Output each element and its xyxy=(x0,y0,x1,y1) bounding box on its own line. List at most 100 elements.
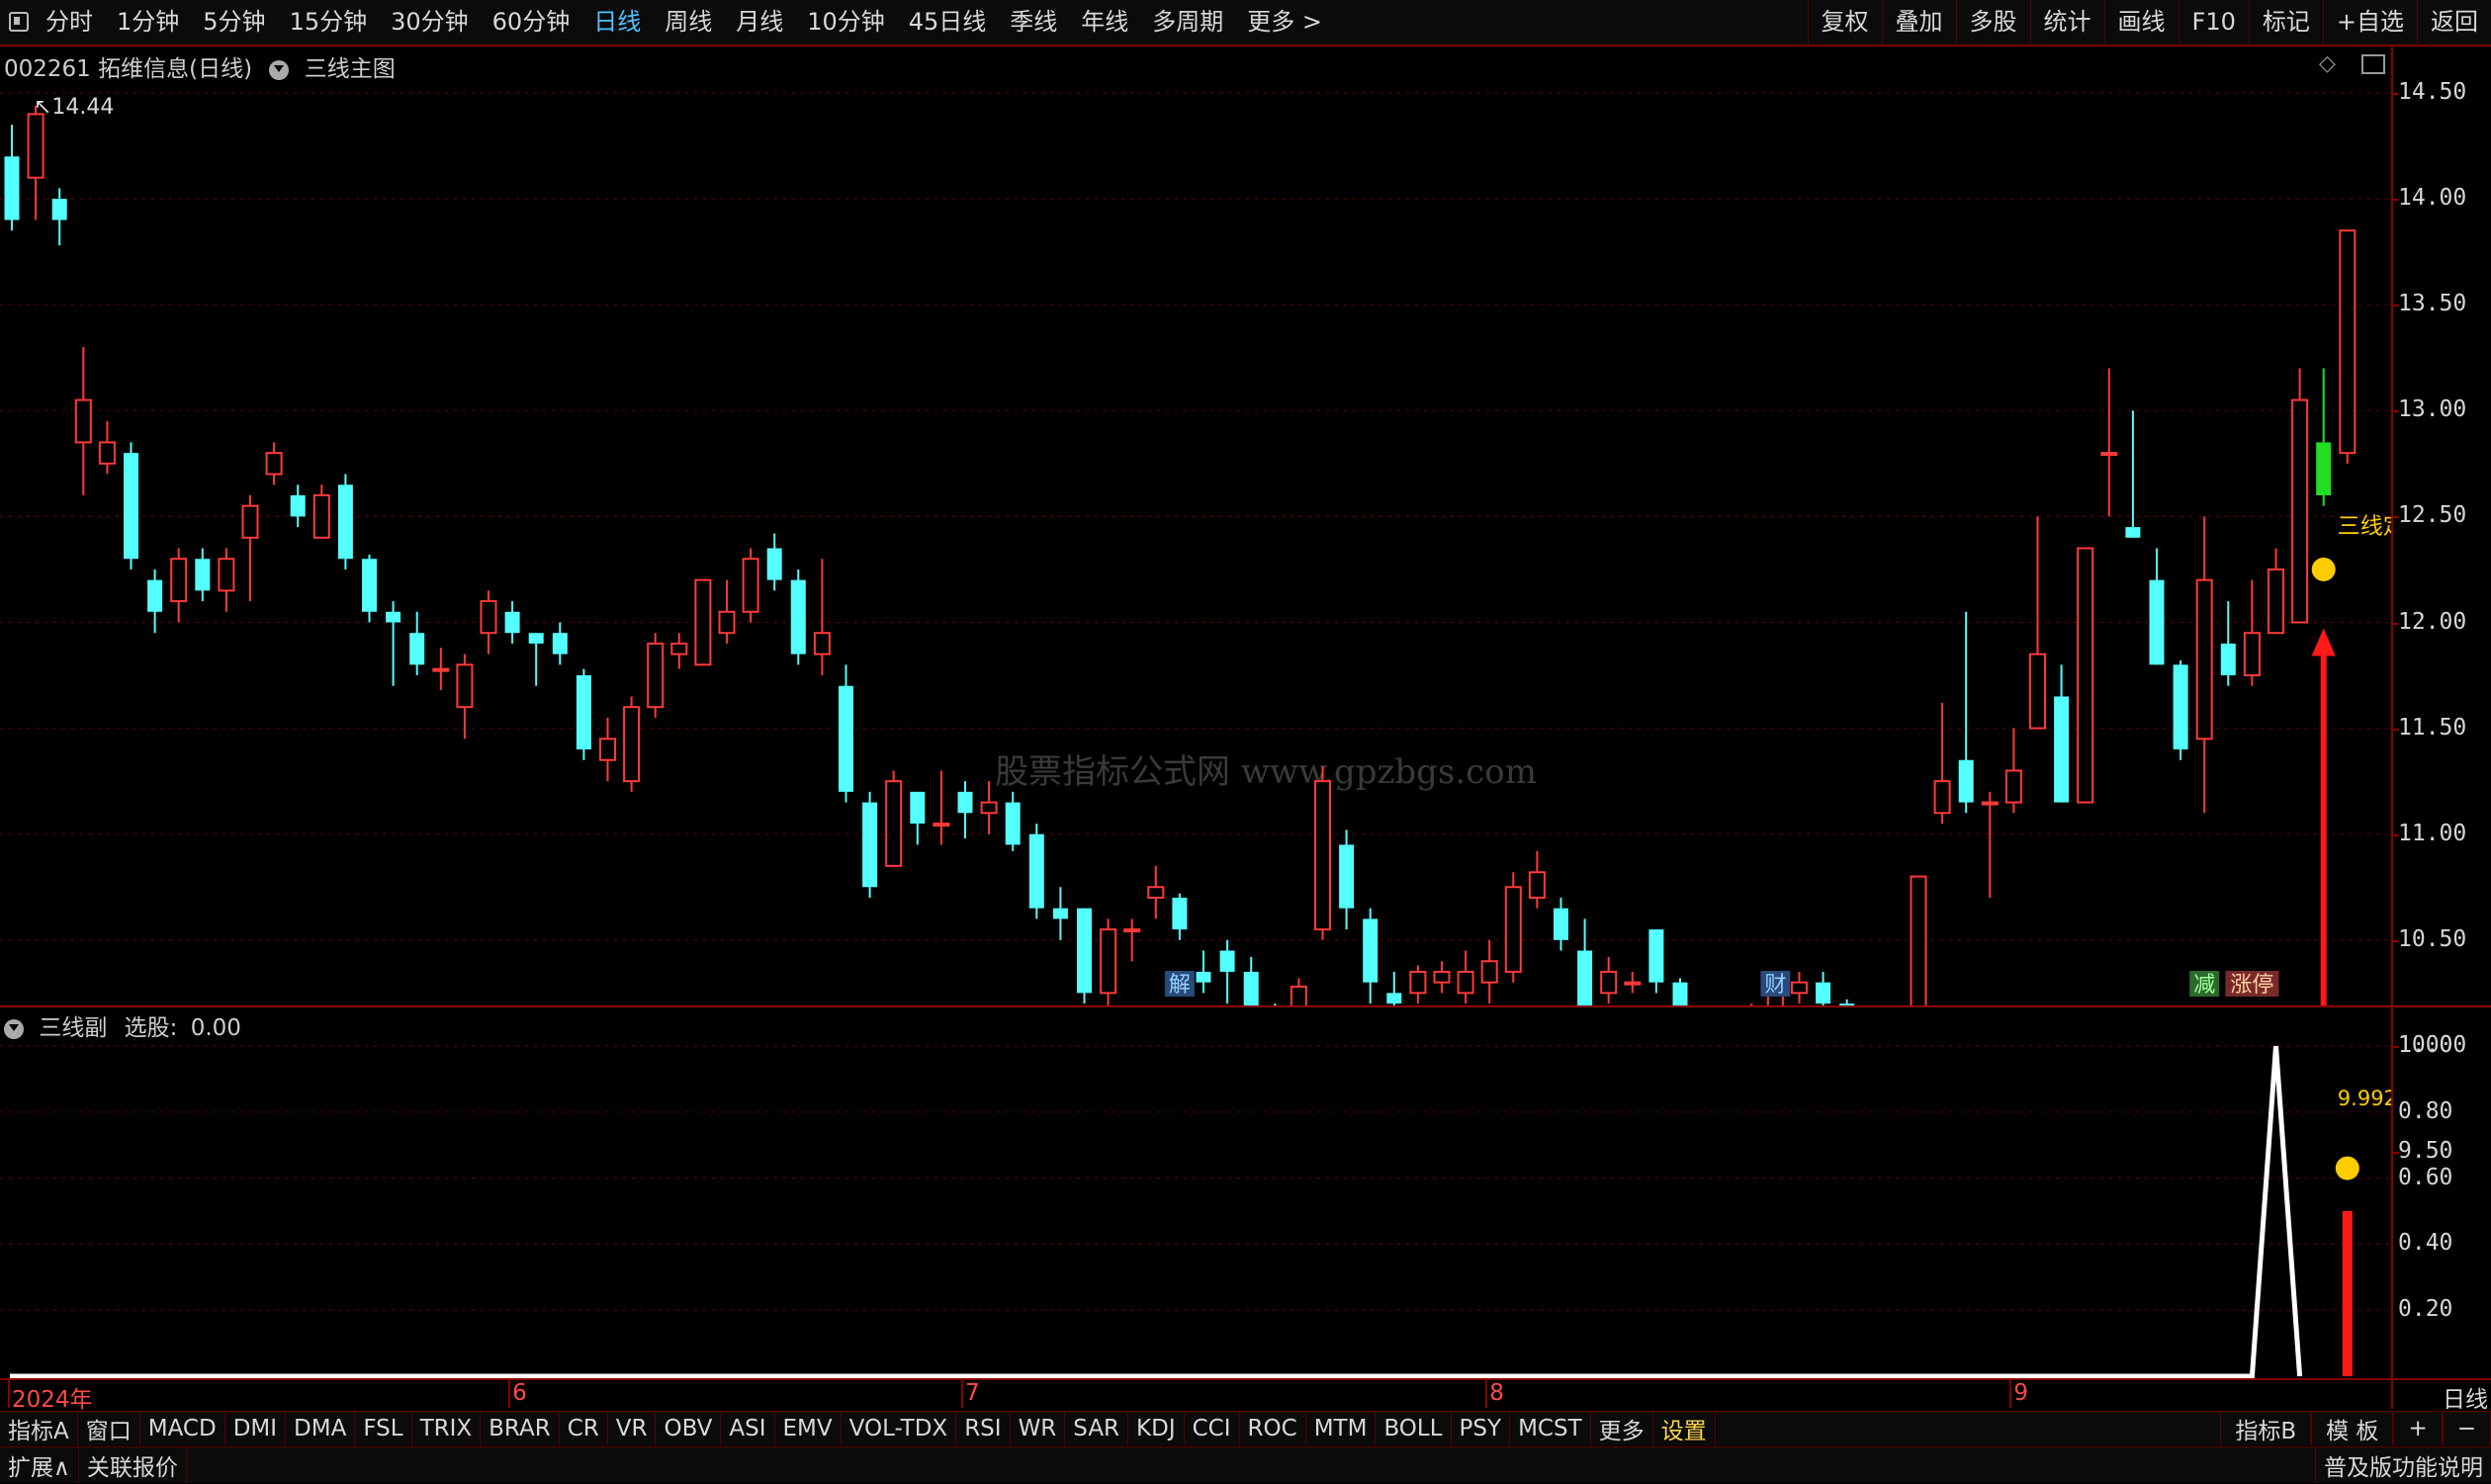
toolbar-button[interactable]: 统计 xyxy=(2029,0,2104,44)
indicator-tab[interactable]: ROC xyxy=(1240,1412,1306,1445)
period-tab[interactable]: 10分钟 xyxy=(795,0,897,44)
indicator-tab[interactable]: 设置 xyxy=(1653,1412,1716,1445)
toolbar-button[interactable]: 复权 xyxy=(1807,0,1882,44)
indicator-tab-right[interactable]: 模 板 xyxy=(2311,1412,2394,1445)
candle-body xyxy=(552,633,568,655)
candle-body xyxy=(432,667,450,672)
candle-body xyxy=(2195,578,2213,741)
indicator-tab[interactable]: CR xyxy=(560,1412,608,1445)
status-button[interactable]: 关联报价 xyxy=(79,1447,187,1483)
period-tab[interactable]: 1分钟 xyxy=(105,0,191,44)
candle xyxy=(1028,823,1044,919)
price-tick-mark xyxy=(2391,622,2399,625)
price-tick-mark xyxy=(2391,199,2399,202)
indicator-tab-right[interactable]: − xyxy=(2442,1412,2491,1445)
indicator-tab[interactable]: 窗口 xyxy=(78,1412,140,1445)
indicator-tab[interactable]: DMA xyxy=(286,1412,356,1445)
candle-body xyxy=(1577,950,1593,1005)
period-tab[interactable]: 分时 xyxy=(34,0,105,44)
indicator-tab-right[interactable]: + xyxy=(2393,1412,2443,1445)
date-tick-mark xyxy=(2009,1380,2012,1408)
pane-divider-bottom xyxy=(0,1378,2491,1380)
toolbar-button[interactable]: +自选 xyxy=(2322,0,2417,44)
candle xyxy=(813,559,831,676)
watermark: 股票指标公式网 www.gpzbgs.com xyxy=(995,752,1537,792)
toolbar-button[interactable]: 返回 xyxy=(2417,0,2491,44)
period-tab[interactable]: 季线 xyxy=(998,0,1069,44)
candle-body xyxy=(1409,970,1427,995)
period-tab[interactable]: 更多 > xyxy=(1235,0,1334,44)
indicator-tab[interactable]: DMI xyxy=(225,1412,287,1445)
period-tab[interactable]: 年线 xyxy=(1069,0,1140,44)
period-tab[interactable]: 日线 xyxy=(581,0,653,44)
indicator-tab[interactable]: EMV xyxy=(775,1412,842,1445)
toolbar-button[interactable]: F10 xyxy=(2178,0,2249,44)
indicator-tab[interactable]: MCST xyxy=(1510,1412,1591,1445)
indicator-tab[interactable]: CCI xyxy=(1185,1412,1240,1445)
period-tab[interactable]: 5分钟 xyxy=(191,0,277,44)
indicator-tab-list: 指标A 窗口 MACD DMI DMA FSL TRIX BRAR CR VR OBV ASI EMV V… xyxy=(0,1412,1716,1445)
indicator-tab[interactable]: BOLL xyxy=(1376,1412,1452,1445)
indicator-tab[interactable]: BRAR xyxy=(481,1412,560,1445)
indicator-tab[interactable]: VOL-TDX xyxy=(842,1412,957,1445)
status-button[interactable]: 扩展∧ xyxy=(0,1447,79,1483)
indicator-tab[interactable]: FSL xyxy=(355,1412,412,1445)
price-tick: 10.50 xyxy=(2398,925,2467,952)
period-tab[interactable]: 月线 xyxy=(724,0,795,44)
event-marker-label: 涨停 xyxy=(2230,973,2273,998)
indicator-tab[interactable]: 指标A xyxy=(0,1412,78,1445)
indicator-tab[interactable]: OBV xyxy=(656,1412,722,1445)
candle xyxy=(1816,971,1831,1005)
help-link[interactable]: 普及版功能说明 xyxy=(2315,1447,2491,1483)
candle xyxy=(790,568,806,665)
status-left: 扩展∧ 关联报价 xyxy=(0,1447,187,1483)
candle xyxy=(1243,956,1259,1005)
indicator-tab[interactable]: PSY xyxy=(1452,1412,1511,1445)
indicator-tab[interactable]: ASI xyxy=(721,1412,775,1445)
candle-body xyxy=(623,706,641,783)
price-tick-mark xyxy=(2391,833,2399,836)
indicator-tab[interactable]: SAR xyxy=(1065,1412,1129,1445)
candle xyxy=(2029,516,2046,730)
indicator-tab[interactable]: RSI xyxy=(956,1412,1011,1445)
period-tab[interactable]: 45日线 xyxy=(897,0,999,44)
candle xyxy=(2339,229,2357,464)
candle-body xyxy=(1100,928,1117,995)
period-tab[interactable]: 30分钟 xyxy=(379,0,481,44)
date-tick-mark xyxy=(508,1380,511,1408)
toolbar-button[interactable]: 多股 xyxy=(1955,0,2030,44)
candle-body xyxy=(766,548,782,580)
indicator-tab[interactable]: MTM xyxy=(1306,1412,1377,1445)
candle-body xyxy=(2316,442,2332,495)
menu-icon[interactable] xyxy=(0,0,34,44)
candle xyxy=(1219,939,1235,1004)
candle xyxy=(1504,872,1522,983)
period-tab[interactable]: 15分钟 xyxy=(278,0,380,44)
toolbar-button[interactable]: 标记 xyxy=(2248,0,2323,44)
candlestick-chart[interactable]: 股票指标公式网 www.gpzbgs.com↖14.44←9.37三线定势解财减… xyxy=(0,46,2391,1005)
period-tab[interactable]: 多周期 xyxy=(1140,0,1235,44)
toolbar-button[interactable]: 叠加 xyxy=(1881,0,1956,44)
candle-body xyxy=(694,578,712,666)
period-tab[interactable]: 60分钟 xyxy=(481,0,582,44)
indicator-tab[interactable]: MACD xyxy=(140,1412,225,1445)
candle xyxy=(480,590,497,655)
indicator-tab[interactable]: 更多 xyxy=(1591,1412,1653,1445)
candle xyxy=(218,548,235,612)
candle-body xyxy=(147,579,163,612)
indicator-tab-right[interactable]: 指标B xyxy=(2220,1412,2312,1445)
candle-body xyxy=(480,600,497,635)
candle xyxy=(1600,956,1618,1004)
toolbar-button[interactable]: 画线 xyxy=(2103,0,2179,44)
candle xyxy=(4,125,20,231)
indicator-tab[interactable]: TRIX xyxy=(412,1412,482,1445)
period-tab[interactable]: 周线 xyxy=(653,0,724,44)
indicator-tab[interactable]: WR xyxy=(1011,1412,1066,1445)
indicator-tab[interactable]: KDJ xyxy=(1128,1412,1185,1445)
smiley-icon xyxy=(2335,1156,2359,1180)
candle-body xyxy=(980,801,998,815)
price-tick: 14.50 xyxy=(2398,79,2467,105)
indicator-chart[interactable]: 9.992 ? xyxy=(0,1007,2391,1378)
indicator-tab-right: 指标B 模 板 + − xyxy=(2220,1412,2491,1445)
indicator-tab[interactable]: VR xyxy=(608,1412,657,1445)
